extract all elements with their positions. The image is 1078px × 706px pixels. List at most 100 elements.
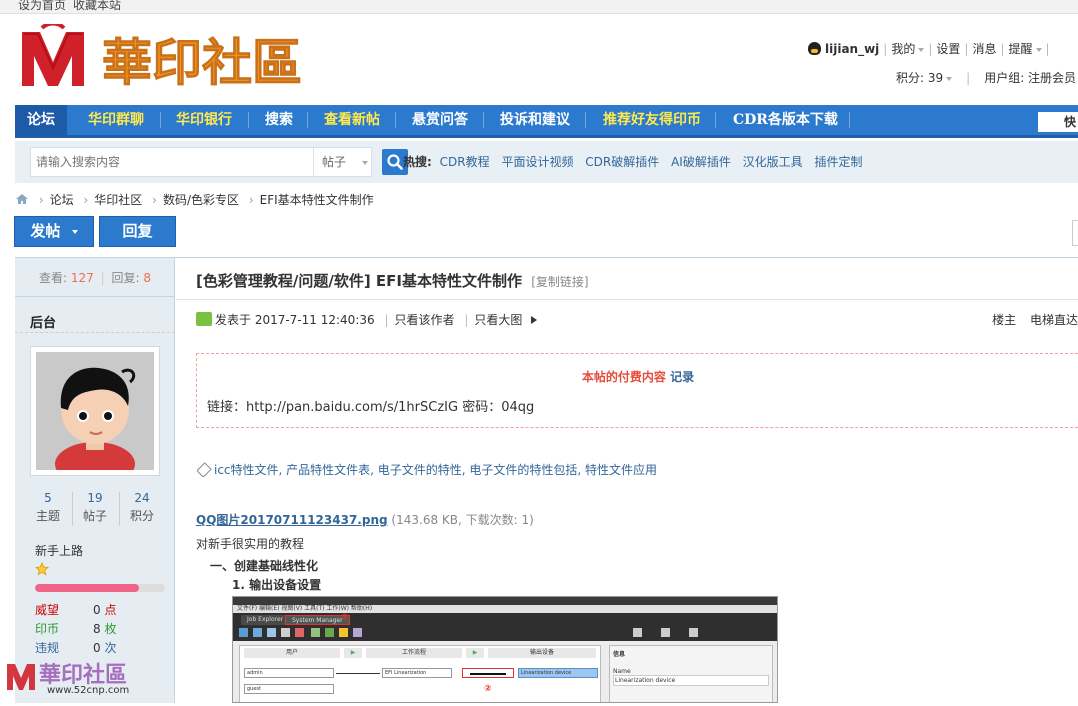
toolbar-icon <box>633 628 642 637</box>
arrow-icon: ▶ <box>344 648 362 658</box>
arrow-icon: ▶ <box>466 648 484 658</box>
toolbar-icon <box>311 628 320 637</box>
search-bar: 帖子 热搜: CDR教程 平面设计视频 CDR破解插件 AI破解插件 汉化版工具… <box>15 141 1078 183</box>
nav-item-forum[interactable]: 论坛 <box>15 105 67 135</box>
search-type-select[interactable]: 帖子 <box>313 148 371 176</box>
main-nav: 论坛 华印群聊 华印银行 搜索 查看新帖 悬赏问答 投诉和建议 推荐好友得印币 … <box>15 105 1078 138</box>
nav-item-new-posts[interactable]: 查看新帖 <box>324 105 380 135</box>
avatar-image <box>36 352 154 486</box>
paid-content-title: 本帖的付费内容 记录 <box>581 370 695 384</box>
author-rank[interactable]: 新手上路 <box>35 542 83 559</box>
nav-item-bounty[interactable]: 悬赏问答 <box>412 105 468 135</box>
hot-search-link[interactable]: 平面设计视频 <box>501 155 573 169</box>
quick-menu[interactable]: 快捷 <box>1038 112 1078 132</box>
marker-1: ① <box>341 613 349 623</box>
nav-item-cdr-download[interactable]: CDR各版本下载 <box>733 105 838 135</box>
post-meta: 发表于 2017-7-11 12:40:36 | 只看该作者 | 只看大图 <box>196 311 538 328</box>
author-sidebar: 查看: 127 | 回复: 8 后台 5 主题 19 帖子 24 积分 新手上路… <box>15 258 175 703</box>
post-image[interactable]: 文件(F) 编辑(E) 视图(V) 工具(T) 工作(W) 帮助(H) Job … <box>232 596 778 703</box>
messages-link[interactable]: 消息 <box>972 42 996 56</box>
author-name[interactable]: 后台 <box>30 312 56 331</box>
nav-item-chat[interactable]: 华印群聊 <box>88 105 144 135</box>
post-time: 发表于 2017-7-11 12:40:36 <box>215 313 375 327</box>
thread-title: [色彩管理教程/问题/软件] EFI基本特性文件制作 [复制链接] <box>196 270 589 291</box>
toolbar-icon <box>339 628 348 637</box>
breadcrumb-link[interactable]: 论坛 <box>50 193 74 207</box>
floor-label: 楼主 <box>992 313 1017 327</box>
author-topics[interactable]: 5 主题 <box>23 490 73 526</box>
hot-search-link[interactable]: AI破解插件 <box>671 155 731 169</box>
username-link[interactable]: lijian_wj <box>825 42 879 56</box>
home-icon[interactable] <box>15 193 29 205</box>
breadcrumb-current[interactable]: EFI基本特性文件制作 <box>260 193 374 207</box>
chevron-down-icon <box>361 160 368 165</box>
paid-content-box: 本帖的付费内容 记录 链接：http://pan.baidu.com/s/1hr… <box>196 353 1078 428</box>
chevron-down-icon <box>1035 47 1042 52</box>
watermark-logo-icon: 華印社區 <box>7 662 127 690</box>
breadcrumb: › 论坛 › 华印社区 › 数码/色彩专区 › EFI基本特性文件制作 <box>15 191 374 208</box>
toolbar-icon <box>689 628 698 637</box>
breadcrumb-link[interactable]: 华印社区 <box>94 193 142 207</box>
nav-item-referral[interactable]: 推荐好友得印币 <box>603 105 701 135</box>
download-link-text[interactable]: 链接：http://pan.baidu.com/s/1hrSCzIG 密码：04… <box>207 396 534 415</box>
hot-search-link[interactable]: 汉化版工具 <box>743 155 803 169</box>
logo-text: 華印社區 <box>102 33 302 92</box>
author-coins: 印币 8 枚 <box>35 622 117 636</box>
bookmark-link[interactable]: 收藏本站 <box>73 0 121 13</box>
user-node: guest <box>244 684 334 694</box>
hot-search-link[interactable]: CDR教程 <box>440 155 490 169</box>
logo-mark-icon: 華印社區 <box>22 21 303 93</box>
workflow-node: EFI Linearization <box>382 668 452 678</box>
avatar[interactable] <box>30 346 160 486</box>
reply-button[interactable]: 回复 <box>99 216 176 247</box>
new-post-button[interactable]: 发帖 <box>14 216 94 247</box>
only-author-link[interactable]: 只看该作者 <box>395 313 455 327</box>
nav-item-bank[interactable]: 华印银行 <box>176 105 232 135</box>
star-icon <box>35 562 49 579</box>
play-arrow-icon <box>531 316 538 324</box>
remind-menu[interactable]: 提醒 <box>1009 42 1042 56</box>
my-menu[interactable]: 我的 <box>891 42 925 56</box>
column-workflow: 工作流程 <box>366 648 462 658</box>
app-tabbar: Job Explorer System Manager ① <box>233 613 777 625</box>
copy-link-button[interactable]: [复制链接] <box>531 275 588 289</box>
set-home-link[interactable]: 设为首页 <box>18 0 66 13</box>
hot-search-link[interactable]: 插件定制 <box>815 155 863 169</box>
app-toolbar <box>233 625 777 641</box>
watermark-url: www.52cnp.com <box>47 685 130 696</box>
chevron-down-icon <box>946 76 953 81</box>
search-input[interactable] <box>31 148 296 176</box>
attachment-info: (143.68 KB, 下载次数: 1) <box>391 513 534 527</box>
only-big-images-link[interactable]: 只看大图 <box>474 313 522 327</box>
paid-record-link[interactable]: 记录 <box>670 370 694 384</box>
user-group-label: 用户组: 注册会员 <box>984 71 1077 85</box>
hot-search-link[interactable]: CDR破解插件 <box>585 155 659 169</box>
post-tags: icc特性文件, 产品特性文件表, 电子文件的特性, 电子文件的特性包括, 特性… <box>196 461 657 478</box>
nav-item-search[interactable]: 搜索 <box>265 105 293 135</box>
thread-category[interactable]: [色彩管理教程/问题/软件] <box>196 272 371 290</box>
next-page-edge[interactable] <box>1072 220 1078 246</box>
chevron-down-icon <box>918 47 925 52</box>
tag-list[interactable]: icc特性文件, 产品特性文件表, 电子文件的特性, 电子文件的特性包括, 特性… <box>214 463 657 477</box>
attachment: QQ图片20170711123437.png (143.68 KB, 下载次数:… <box>196 511 534 528</box>
breadcrumb-link[interactable]: 数码/色彩专区 <box>163 193 239 207</box>
search-box: 帖子 <box>30 147 372 177</box>
elevator-link[interactable]: 电梯直达 <box>1030 313 1078 327</box>
author-credits[interactable]: 24 积分 <box>117 490 167 526</box>
nav-item-feedback[interactable]: 投诉和建议 <box>500 105 570 135</box>
post-description: 对新手很实用的教程 <box>196 537 305 551</box>
properties-pane: 信息 Name Linearization device <box>609 645 773 702</box>
toolbar-icon <box>267 628 276 637</box>
workflow-pane: 用户 ▶ 工作流程 ▶ 输出设备 admin guest EFI Lineari… <box>239 645 601 702</box>
attachment-link[interactable]: QQ图片20170711123437.png <box>196 513 388 527</box>
floor-info: 楼主 电梯直达 <box>992 311 1078 328</box>
toolbar-icon <box>353 628 362 637</box>
toolbar-icon <box>281 628 290 637</box>
toolbar-icon <box>253 628 262 637</box>
site-logo[interactable]: 華印社區 <box>18 21 358 94</box>
qq-icon <box>808 42 821 55</box>
settings-link[interactable]: 设置 <box>936 42 960 56</box>
points-menu[interactable]: 积分: 39 <box>896 71 953 85</box>
author-posts[interactable]: 19 帖子 <box>70 490 120 526</box>
hot-search-label: 热搜: <box>403 155 432 169</box>
